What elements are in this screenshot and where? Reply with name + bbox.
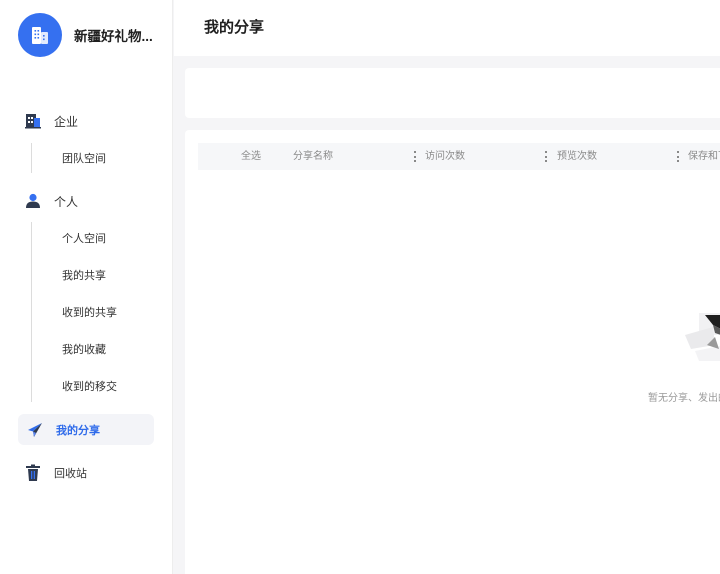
nav-received-shared[interactable]: 收到的共享 [62, 305, 117, 321]
org-building-icon [18, 13, 62, 57]
nav-personal[interactable]: 个人 [22, 190, 78, 212]
column-resize-handle[interactable] [413, 151, 416, 162]
filter-bar [185, 68, 720, 118]
nav-enterprise[interactable]: 企业 [22, 110, 78, 132]
nav-my-share[interactable]: 我的分享 [18, 414, 154, 445]
tree-line [31, 143, 32, 173]
nav-enterprise-label: 企业 [54, 114, 79, 129]
column-previews[interactable]: 预览次数 [557, 143, 597, 170]
nav-trash[interactable]: 回收站 [22, 462, 87, 484]
nav-team-space[interactable]: 团队空间 [62, 151, 106, 167]
column-resize-handle[interactable] [544, 151, 547, 162]
column-save-download[interactable]: 保存和下 [688, 143, 720, 170]
nav-trash-label: 回收站 [54, 468, 87, 480]
empty-state-text: 暂无分享、发出的 [648, 393, 720, 404]
column-visits[interactable]: 访问次数 [425, 143, 465, 170]
content-panel: 全选 分享名称 访问次数 预览次数 保存和下 暂无分享、发出的 [185, 130, 720, 574]
nav-personal-space[interactable]: 个人空间 [62, 231, 106, 247]
nav-personal-label: 个人 [54, 194, 79, 209]
nav-my-share-label: 我的分享 [56, 424, 100, 437]
column-share-name[interactable]: 分享名称 [293, 143, 333, 170]
org-name: 新疆好礼物... [74, 29, 153, 44]
nav-received-transfer[interactable]: 收到的移交 [62, 379, 117, 395]
top-bar: 我的分享 [174, 0, 720, 56]
page-title: 我的分享 [204, 19, 265, 36]
enterprise-icon [22, 110, 44, 132]
sidebar: 新疆好礼物... 企业 团队空间 个人 个人空间 我的共享 收到的共享 我的收藏… [0, 0, 173, 574]
tree-line [31, 222, 32, 402]
select-all[interactable]: 全选 [241, 143, 261, 170]
trash-icon [22, 462, 44, 484]
paper-plane-icon [24, 419, 46, 441]
column-resize-handle[interactable] [676, 151, 679, 162]
org-header[interactable]: 新疆好礼物... [18, 13, 153, 57]
nav-my-shared[interactable]: 我的共享 [62, 268, 106, 284]
table-header: 全选 分享名称 访问次数 预览次数 保存和下 [198, 143, 720, 170]
nav-my-favorites[interactable]: 我的收藏 [62, 342, 106, 358]
empty-state-illustration [685, 305, 720, 365]
user-icon [22, 190, 44, 212]
